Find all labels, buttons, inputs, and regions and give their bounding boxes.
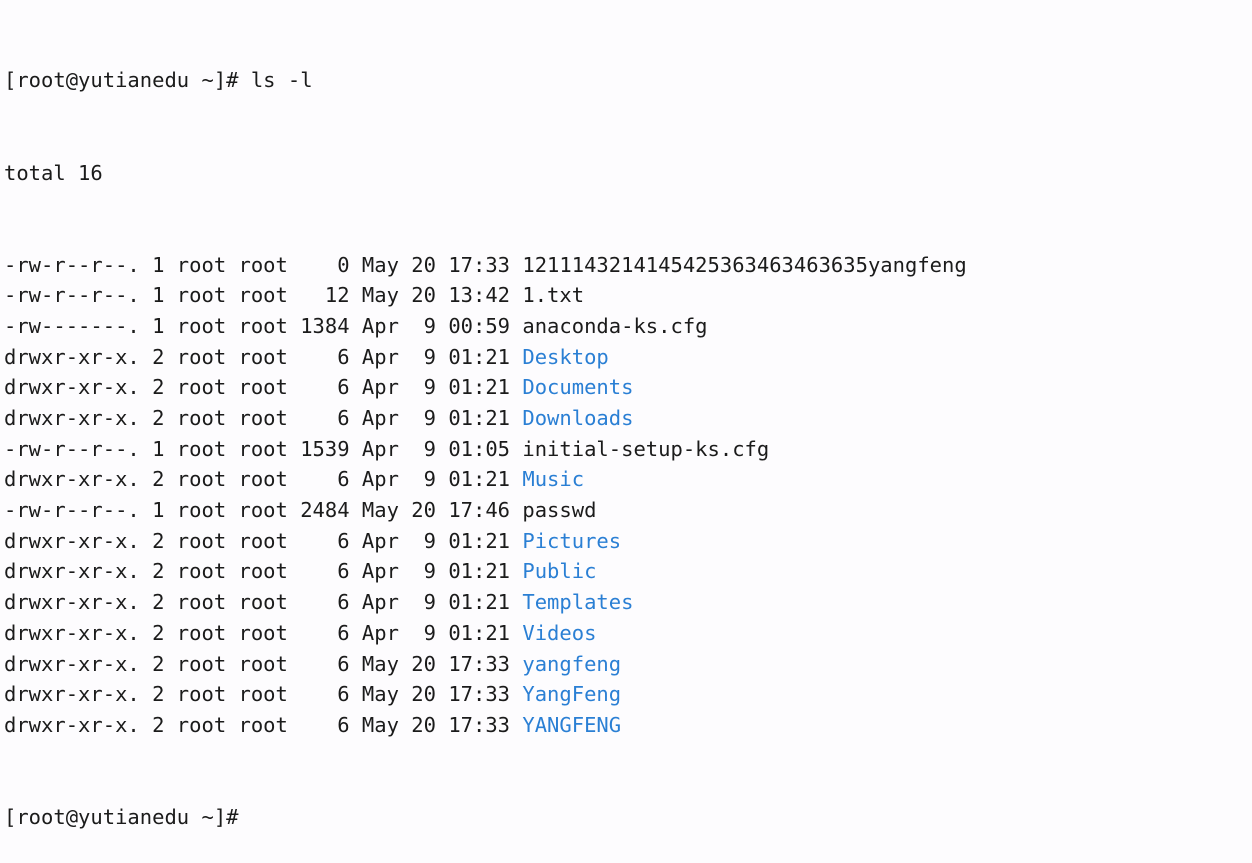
directory-name: YANGFENG <box>522 712 622 737</box>
listing-row: drwxr-xr-x. 2 root root 6 Apr 9 01:21 Vi… <box>4 618 1252 649</box>
listing-row-metadata: drwxr-xr-x. 2 root root 6 Apr 9 01:21 <box>4 528 523 553</box>
listing-row: drwxr-xr-x. 2 root root 6 Apr 9 01:21 Do… <box>4 403 1252 434</box>
file-name: initial-setup-ks.cfg <box>522 436 770 461</box>
listing-row-metadata: drwxr-xr-x. 2 root root 6 Apr 9 01:21 <box>4 467 523 492</box>
directory-name: Music <box>522 467 585 492</box>
listing-row-metadata: -rw-r--r--. 1 root root 0 May 20 17:33 <box>4 252 523 277</box>
listing-row-metadata: drwxr-xr-x. 2 root root 6 May 20 17:33 <box>4 651 523 676</box>
command-line: [root@yutianedu ~]# ls -l <box>4 65 1252 96</box>
listing-row-metadata: drwxr-xr-x. 2 root root 6 Apr 9 01:21 <box>4 344 523 369</box>
listing-row: drwxr-xr-x. 2 root root 6 Apr 9 01:21 Pi… <box>4 526 1252 557</box>
file-name: 1211143214145425363463463635yangfeng <box>522 252 967 277</box>
listing-row: drwxr-xr-x. 2 root root 6 Apr 9 01:21 Te… <box>4 587 1252 618</box>
file-listing: -rw-r--r--. 1 root root 0 May 20 17:33 1… <box>4 250 1252 741</box>
command-line-text: [root@yutianedu ~]# ls -l <box>4 68 313 93</box>
trailing-prompt-line: [root@yutianedu ~]# <box>4 802 1252 833</box>
listing-row-metadata: drwxr-xr-x. 2 root root 6 Apr 9 01:21 <box>4 406 523 431</box>
listing-row-metadata: -rw-r--r--. 1 root root 1539 Apr 9 01:05 <box>4 436 523 461</box>
listing-row: -rw-r--r--. 1 root root 2484 May 20 17:4… <box>4 495 1252 526</box>
directory-name: Templates <box>522 590 634 615</box>
listing-row-metadata: drwxr-xr-x. 2 root root 6 Apr 9 01:21 <box>4 559 523 584</box>
listing-row-metadata: drwxr-xr-x. 2 root root 6 Apr 9 01:21 <box>4 375 523 400</box>
listing-row-metadata: -rw-r--r--. 1 root root 12 May 20 13:42 <box>4 283 523 308</box>
file-name: 1.txt <box>522 283 585 308</box>
directory-name: Pictures <box>522 528 622 553</box>
listing-row: drwxr-xr-x. 2 root root 6 May 20 17:33 y… <box>4 649 1252 680</box>
directory-name: Documents <box>522 375 634 400</box>
total-line: total 16 <box>4 158 1252 189</box>
listing-row: drwxr-xr-x. 2 root root 6 Apr 9 01:21 Mu… <box>4 464 1252 495</box>
listing-row-metadata: drwxr-xr-x. 2 root root 6 Apr 9 01:21 <box>4 620 523 645</box>
listing-row: drwxr-xr-x. 2 root root 6 Apr 9 01:21 Do… <box>4 372 1252 403</box>
listing-row-metadata: drwxr-xr-x. 2 root root 6 May 20 17:33 <box>4 712 523 737</box>
directory-name: Public <box>522 559 597 584</box>
file-name: anaconda-ks.cfg <box>522 313 708 338</box>
listing-row: -rw-r--r--. 1 root root 12 May 20 13:42 … <box>4 280 1252 311</box>
terminal-screen[interactable]: [root@yutianedu ~]# ls -l total 16 -rw-r… <box>0 0 1252 829</box>
listing-row-metadata: drwxr-xr-x. 2 root root 6 Apr 9 01:21 <box>4 590 523 615</box>
listing-row: -rw-r--r--. 1 root root 1539 Apr 9 01:05… <box>4 434 1252 465</box>
directory-name: yangfeng <box>522 651 622 676</box>
listing-row: drwxr-xr-x. 2 root root 6 May 20 17:33 Y… <box>4 710 1252 741</box>
listing-row: drwxr-xr-x. 2 root root 6 Apr 9 01:21 Pu… <box>4 556 1252 587</box>
listing-row-metadata: -rw-------. 1 root root 1384 Apr 9 00:59 <box>4 313 523 338</box>
directory-name: YangFeng <box>522 682 622 707</box>
trailing-prompt-text: [root@yutianedu ~]# <box>4 805 239 829</box>
listing-row: -rw-r--r--. 1 root root 0 May 20 17:33 1… <box>4 250 1252 281</box>
listing-row: -rw-------. 1 root root 1384 Apr 9 00:59… <box>4 311 1252 342</box>
file-name: passwd <box>522 498 597 523</box>
directory-name: Videos <box>522 620 597 645</box>
listing-row-metadata: -rw-r--r--. 1 root root 2484 May 20 17:4… <box>4 498 523 523</box>
total-line-text: total 16 <box>4 160 103 185</box>
listing-row-metadata: drwxr-xr-x. 2 root root 6 May 20 17:33 <box>4 682 523 707</box>
directory-name: Desktop <box>522 344 609 369</box>
listing-row: drwxr-xr-x. 2 root root 6 May 20 17:33 Y… <box>4 679 1252 710</box>
listing-row: drwxr-xr-x. 2 root root 6 Apr 9 01:21 De… <box>4 342 1252 373</box>
directory-name: Downloads <box>522 406 634 431</box>
